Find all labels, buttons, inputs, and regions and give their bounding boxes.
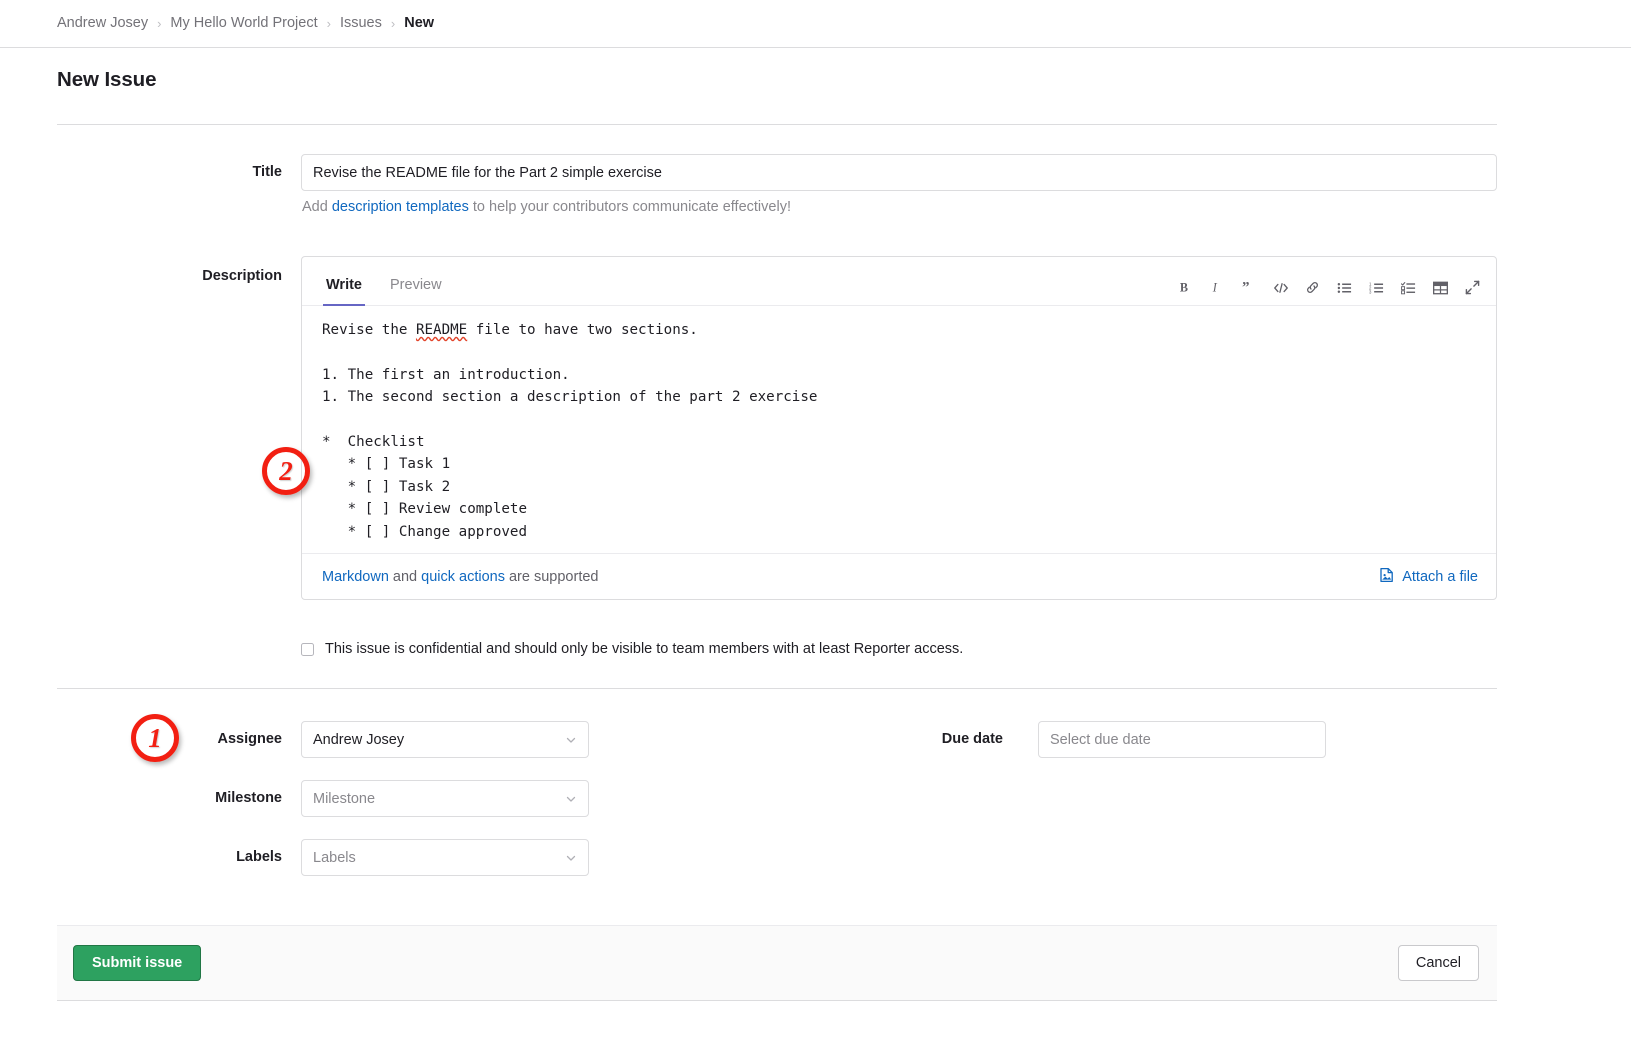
footer-and: and xyxy=(388,568,422,585)
footer-suffix: are supported xyxy=(504,568,599,585)
title-divider xyxy=(57,124,1497,125)
editor-tabs: Write Preview xyxy=(323,277,467,306)
form-actions-bar: Submit issue Cancel xyxy=(57,925,1497,1000)
breadcrumb-separator-icon: › xyxy=(157,16,162,31)
breadcrumb-divider xyxy=(0,47,1631,48)
editor-support-text: Markdown and quick actions are supported xyxy=(322,569,598,585)
confidential-label: This issue is confidential and should on… xyxy=(325,641,964,657)
code-icon[interactable] xyxy=(1272,279,1289,296)
milestone-label: Milestone xyxy=(215,790,282,806)
editor-header: Write Preview B I ” 1 2 3 xyxy=(302,257,1496,306)
fullscreen-icon[interactable] xyxy=(1464,279,1481,296)
title-input[interactable] xyxy=(301,154,1497,191)
assignee-select[interactable]: Andrew Josey xyxy=(301,721,589,758)
tab-preview[interactable]: Preview xyxy=(387,277,445,305)
due-date-field[interactable]: Select due date xyxy=(1038,721,1326,758)
bottom-divider xyxy=(57,1000,1497,1001)
labels-select[interactable]: Labels xyxy=(301,839,589,876)
chevron-down-icon xyxy=(565,793,577,805)
helper-suffix: to help your contributors communicate ef… xyxy=(468,199,791,215)
page-title: New Issue xyxy=(57,68,157,91)
labels-label: Labels xyxy=(236,849,282,865)
milestone-value: Milestone xyxy=(313,790,376,807)
assignee-value: Andrew Josey xyxy=(313,731,405,748)
annotation-2: 2 xyxy=(262,447,310,495)
svg-text:B: B xyxy=(1180,281,1188,295)
svg-text:”: ” xyxy=(1242,280,1250,295)
description-label: Description xyxy=(202,268,282,284)
table-icon[interactable] xyxy=(1432,279,1449,296)
numbered-list-icon[interactable]: 1 2 3 xyxy=(1368,279,1385,296)
breadcrumb: Andrew Josey › My Hello World Project › … xyxy=(0,0,1631,47)
description-textarea[interactable]: Revise the README file to have two secti… xyxy=(322,319,1476,543)
svg-text:3: 3 xyxy=(1369,289,1372,294)
breadcrumb-item-project[interactable]: My Hello World Project xyxy=(170,16,317,31)
link-icon[interactable] xyxy=(1304,279,1321,296)
due-date-label: Due date xyxy=(941,731,1003,747)
breadcrumb-separator-icon: › xyxy=(326,16,331,31)
submit-issue-button[interactable]: Submit issue xyxy=(73,945,202,981)
editor-body[interactable]: Revise the README file to have two secti… xyxy=(302,306,1496,553)
breadcrumb-item-issues[interactable]: Issues xyxy=(340,16,382,31)
desc-line1-post: file to have two sections. xyxy=(467,322,698,338)
tab-write[interactable]: Write xyxy=(323,277,365,306)
confidential-row: This issue is confidential and should on… xyxy=(301,641,963,657)
editor-toolbar: B I ” 1 2 3 xyxy=(1176,279,1481,296)
milestone-select[interactable]: Milestone xyxy=(301,780,589,817)
bold-icon[interactable]: B xyxy=(1176,279,1193,296)
bullet-list-icon[interactable] xyxy=(1336,279,1353,296)
attach-file-button[interactable]: Attach a file xyxy=(1379,567,1478,587)
new-issue-page: Andrew Josey › My Hello World Project › … xyxy=(0,0,1631,1061)
svg-text:I: I xyxy=(1212,281,1218,295)
desc-line1-pre: Revise the xyxy=(322,322,416,338)
helper-prefix: Add xyxy=(302,199,332,215)
breadcrumb-separator-icon: › xyxy=(390,16,396,31)
chevron-down-icon xyxy=(565,734,577,746)
editor-footer: Markdown and quick actions are supported… xyxy=(302,553,1496,599)
confidential-checkbox[interactable] xyxy=(301,642,314,656)
attach-file-icon xyxy=(1379,567,1395,587)
fields-divider xyxy=(57,688,1497,689)
description-editor: Write Preview B I ” 1 2 3 Revise the REA… xyxy=(301,256,1497,600)
quick-actions-link[interactable]: quick actions xyxy=(421,569,505,585)
title-label: Title xyxy=(252,164,282,180)
annotation-1: 1 xyxy=(131,714,179,762)
markdown-link[interactable]: Markdown xyxy=(322,569,389,585)
breadcrumb-item-user[interactable]: Andrew Josey xyxy=(57,16,148,31)
task-list-icon[interactable] xyxy=(1400,279,1417,296)
chevron-down-icon xyxy=(565,852,577,864)
quote-icon[interactable]: ” xyxy=(1240,279,1257,296)
title-helper-text: Add description templates to help your c… xyxy=(302,199,791,215)
italic-icon[interactable]: I xyxy=(1208,279,1225,296)
attach-file-label: Attach a file xyxy=(1402,568,1478,585)
desc-body-rest: 1. The first an introduction. 1. The sec… xyxy=(322,366,818,540)
cancel-button[interactable]: Cancel xyxy=(1397,945,1479,981)
description-templates-link[interactable]: description templates xyxy=(332,199,469,215)
breadcrumb-item-new: New xyxy=(404,15,435,32)
labels-value: Labels xyxy=(313,849,356,866)
due-date-value: Select due date xyxy=(1050,731,1151,748)
desc-spellcheck-word: README xyxy=(415,322,468,338)
